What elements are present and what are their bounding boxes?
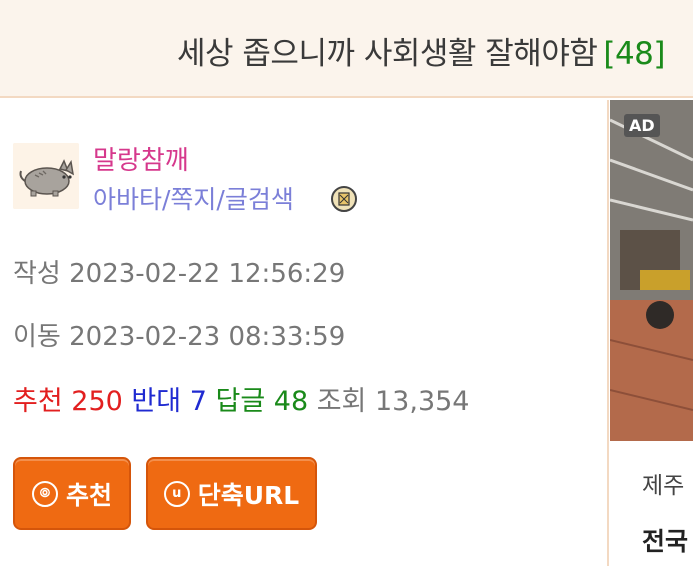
post-info-panel: 말랑참깨 아바타/쪽지/글검색 작성 2023-02-22 12:56:29 이… [0,100,608,566]
short-url-button-label: 단축URL [197,480,300,510]
moved-label: 이동 [13,322,61,352]
cat-avatar-icon[interactable] [13,143,79,209]
written-date: 작성 2023-02-22 12:56:29 [13,253,345,290]
reply-count[interactable]: [48] [603,36,665,72]
recommend-icon: ⦾ [31,480,58,507]
recommend-label: 추천 [13,386,63,417]
title-bar: 세상 좁으니까 사회생활 잘해야함 [48] [0,0,693,98]
recommend-value: 250 [71,386,123,417]
author-links[interactable]: 아바타/쪽지/글검색 [93,180,294,216]
reply-value: 48 [273,386,309,417]
moved-date: 이동 2023-02-23 08:33:59 [13,316,345,353]
reply-label: 답글 [215,386,266,417]
sidebar-text-2[interactable]: 전국 [642,522,688,558]
moved-value: 2023-02-23 08:33:59 [69,322,346,352]
short-url-icon: u [163,480,190,507]
views-value: 13,354 [375,386,470,417]
written-value: 2023-02-22 12:56:29 [69,259,346,289]
ad-banner[interactable]: AD [610,100,693,441]
post-stats: 추천 250 반대 7 답글 48 조회 13,354 [13,379,469,418]
sidebar-text-1[interactable]: 제주 [642,466,684,500]
written-label: 작성 [13,259,61,289]
panel-divider [607,100,609,566]
post-title: 세상 좁으니까 사회생활 잘해야함 [48] [177,28,665,73]
views-label: 조회 [316,386,367,417]
recommend-button[interactable]: ⦾ 추천 [13,457,131,530]
oppose-label: 반대 [131,386,182,417]
short-url-button[interactable]: u 단축URL [146,457,317,530]
level-badge-icon [331,186,357,212]
recommend-button-label: 추천 [65,480,112,510]
oppose-value: 7 [189,386,207,417]
post-title-text: 세상 좁으니까 사회생활 잘해야함 [177,36,598,72]
author-nickname[interactable]: 말랑참깨 [93,140,189,177]
ad-badge: AD [624,114,660,137]
